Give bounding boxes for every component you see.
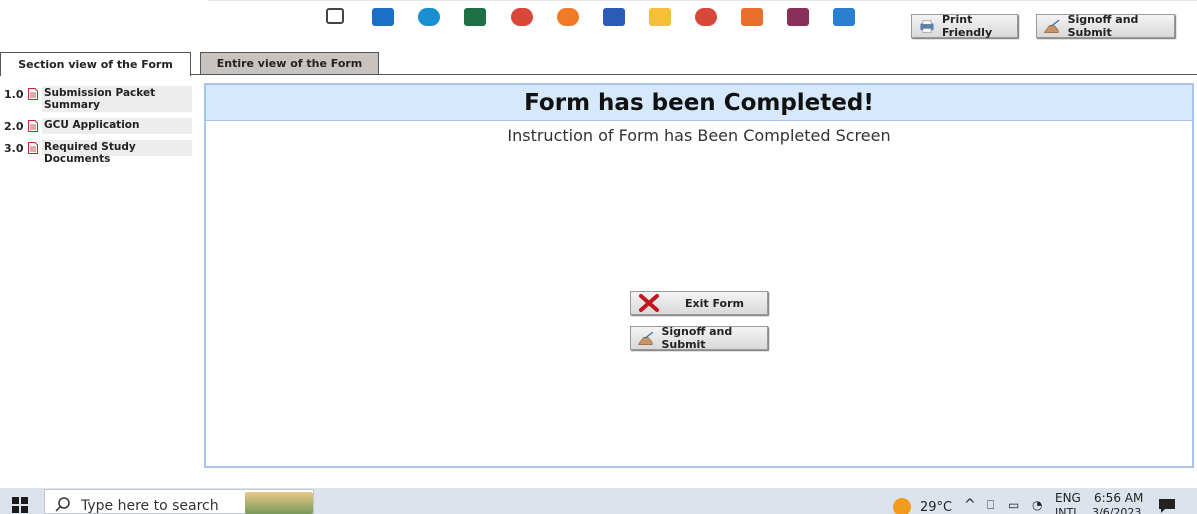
tab-section-view[interactable]: Section view of the Form — [0, 52, 191, 76]
instruction-text: Instruction of Form has Been Completed S… — [507, 126, 891, 145]
mail-icon[interactable] — [372, 8, 394, 26]
top-divider — [208, 0, 1197, 1]
form-completed-panel: Form has been Completed! Instruction of … — [204, 83, 1194, 468]
file-explorer-icon[interactable] — [649, 8, 671, 26]
clock-time[interactable]: 6:56 AM — [1094, 491, 1143, 505]
notification-icon[interactable] — [1158, 498, 1176, 514]
print-friendly-button[interactable]: Print Friendly — [911, 13, 1018, 39]
tab-underline — [191, 74, 1197, 75]
search-placeholder: Type here to search — [81, 498, 219, 514]
taskbar-search-input[interactable]: Type here to search — [44, 489, 314, 514]
chrome-profile-icon[interactable] — [695, 8, 717, 26]
excel-icon[interactable] — [464, 8, 486, 26]
panel-header: Form has been Completed! — [206, 85, 1192, 121]
exit-form-label: Exit Form — [685, 296, 744, 310]
sidebar-item-label: GCU Application — [42, 118, 192, 134]
tab-entire-view[interactable]: Entire view of the Form — [200, 52, 379, 75]
signoff-submit-label: Signoff and Submit — [661, 325, 733, 351]
battery-icon[interactable]: ▭ — [1008, 498, 1019, 512]
signoff-submit-top-label: Signoff and Submit — [1067, 13, 1139, 39]
language-sub-indicator: INTL — [1055, 506, 1080, 514]
windows-start-icon[interactable] — [12, 497, 28, 513]
document-icon — [28, 120, 38, 132]
printer-icon — [920, 20, 934, 33]
signing-hand-icon — [1044, 19, 1060, 34]
photos-icon[interactable] — [833, 8, 855, 26]
language-indicator[interactable]: ENG — [1055, 491, 1081, 505]
sidebar-item-number: 3.0 — [4, 142, 24, 155]
sidebar-item-gcu-application[interactable]: 2.0 GCU Application — [4, 118, 192, 134]
winrar-icon[interactable] — [787, 8, 809, 26]
close-icon — [639, 294, 659, 312]
firefox-icon[interactable] — [557, 8, 579, 26]
device-icon[interactable]: ⎕ — [987, 498, 994, 513]
tab-section-view-label: Section view of the Form — [18, 58, 173, 71]
page-title: Form has been Completed! — [524, 89, 874, 116]
snipping-tool-icon[interactable] — [741, 8, 763, 26]
weather-icon[interactable] — [893, 498, 911, 514]
document-icon — [28, 142, 38, 154]
search-highlight-image — [245, 492, 313, 514]
edge-browser-icon[interactable] — [418, 8, 440, 26]
sidebar-item-label: Required Study Documents — [42, 140, 192, 165]
exit-form-button[interactable]: Exit Form — [630, 291, 768, 315]
sidebar-item-number: 2.0 — [4, 120, 24, 133]
sidebar-item-number: 1.0 — [4, 88, 24, 101]
tab-entire-view-label: Entire view of the Form — [216, 57, 363, 70]
temperature-text: 29°C — [920, 500, 953, 514]
signoff-submit-button[interactable]: Signoff and Submit — [630, 325, 768, 351]
document-icon — [28, 88, 38, 100]
clock-date: 3/6/2023 — [1092, 506, 1142, 514]
wifi-icon[interactable]: ◔ — [1032, 498, 1042, 512]
signing-hand-icon — [638, 331, 654, 345]
search-icon — [55, 497, 70, 512]
chevron-up-icon[interactable]: ^ — [964, 497, 976, 513]
sidebar-item-required-study-documents[interactable]: 3.0 Required Study Documents — [4, 140, 192, 165]
print-friendly-label: Print Friendly — [942, 13, 993, 39]
sidebar-item-label: Submission Packet Summary — [42, 86, 192, 112]
sidebar-item-submission-packet[interactable]: 1.0 Submission Packet Summary — [4, 86, 192, 112]
signoff-submit-top-button[interactable]: Signoff and Submit — [1036, 13, 1175, 39]
word-icon[interactable] — [603, 8, 625, 26]
chrome-icon[interactable] — [511, 8, 533, 26]
task-view-icon[interactable] — [326, 8, 344, 24]
